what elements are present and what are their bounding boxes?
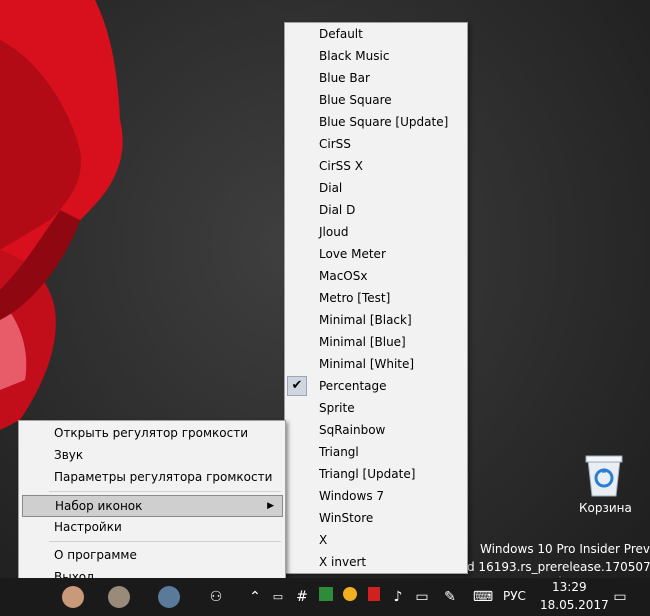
menu-item-open-volume-mixer[interactable]: Открыть регулятор громкости — [19, 422, 285, 444]
menu-item-sound[interactable]: Звук — [19, 444, 285, 466]
icon-set-item-cirss[interactable]: CirSS — [285, 133, 467, 155]
volume-icon[interactable]: ♪ — [388, 587, 408, 607]
show-hidden-icons-chevron-icon[interactable]: ⌃ — [245, 587, 265, 607]
icon-set-item-label: Blue Square — [319, 93, 392, 107]
contact-avatar-2[interactable] — [108, 586, 130, 608]
menu-item-about[interactable]: О программе — [19, 544, 285, 566]
security-shield-icon[interactable] — [364, 587, 384, 607]
icon-set-item-label: Triangl — [319, 445, 359, 459]
icon-set-item-jloud[interactable]: Jloud — [285, 221, 467, 243]
contact-avatar-1[interactable] — [62, 586, 84, 608]
hash-icon[interactable]: # — [292, 587, 312, 607]
icon-set-item-x-invert[interactable]: X invert — [285, 551, 467, 573]
icon-set-item-label: Jloud — [319, 225, 349, 239]
action-center-icon[interactable]: ▭ — [610, 587, 630, 607]
icon-set-item-love-meter[interactable]: Love Meter — [285, 243, 467, 265]
smiley-app-icon[interactable] — [340, 587, 360, 607]
taskbar: ⚇ ⌃ ▭ # ♪ ▭ ✎ ⌨ РУС 13:29 18.05.2017 ▭ — [0, 578, 650, 616]
icon-set-item-label: X invert — [319, 555, 367, 569]
icon-set-item-label: Love Meter — [319, 247, 386, 261]
recycle-bin-label: Корзина — [579, 501, 632, 515]
icon-set-item-label: Dial D — [319, 203, 356, 217]
icon-set-item-label: Minimal [Black] — [319, 313, 412, 327]
icon-set-item-label: X — [319, 533, 328, 547]
icon-set-item-winstore[interactable]: WinStore — [285, 507, 467, 529]
icon-set-item-label: Triangl [Update] — [319, 467, 416, 481]
icon-set-item-label: Default — [319, 27, 363, 41]
menu-item-volume-settings[interactable]: Параметры регулятора громкости — [19, 466, 285, 488]
icon-set-item-label: Sprite — [319, 401, 355, 415]
icon-set-item-label: CirSS X — [319, 159, 363, 173]
network-icon[interactable]: ▭ — [268, 587, 288, 607]
icon-set-item-label: Windows 7 — [319, 489, 385, 503]
icon-set-item-sprite[interactable]: Sprite — [285, 397, 467, 419]
clock-date[interactable]: 18.05.2017 — [540, 598, 609, 612]
people-icon[interactable]: ⚇ — [206, 587, 226, 607]
menu-separator — [49, 491, 281, 492]
icon-set-item-label: WinStore — [319, 511, 374, 525]
icon-set-item-minimal-blue[interactable]: Minimal [Blue] — [285, 331, 467, 353]
icon-set-item-minimal-black[interactable]: Minimal [Black] — [285, 309, 467, 331]
menu-separator — [49, 541, 281, 542]
submenu-arrow-icon: ▶ — [267, 501, 274, 511]
icon-set-item-sqrainbow[interactable]: SqRainbow — [285, 419, 467, 441]
icon-set-item-metro-test[interactable]: Metro [Test] — [285, 287, 467, 309]
icon-set-item-label: SqRainbow — [319, 423, 386, 437]
icon-set-submenu: Default Black Music Blue Bar Blue Square Blu… — [284, 22, 468, 574]
checkmark-icon: ✔ — [287, 376, 307, 396]
build-info-line2: d 16193.rs_prerelease.170507-1300 — [467, 560, 650, 574]
icon-set-item-label: Black Music — [319, 49, 390, 63]
icon-set-item-label: Dial — [319, 181, 343, 195]
icon-set-item-cirss-x[interactable]: CirSS X — [285, 155, 467, 177]
icon-set-item-blue-square[interactable]: Blue Square — [285, 89, 467, 111]
icon-set-item-triangl[interactable]: Triangl — [285, 441, 467, 463]
icon-set-item-x[interactable]: X — [285, 529, 467, 551]
display-icon[interactable]: ▭ — [412, 587, 432, 607]
keyboard-icon[interactable]: ⌨ — [470, 587, 496, 607]
icon-set-item-windows-7[interactable]: Windows 7 — [285, 485, 467, 507]
icon-set-item-label: MacOSx — [319, 269, 368, 283]
contact-avatar-3[interactable] — [158, 586, 180, 608]
icon-set-item-percentage[interactable]: Percentage ✔ — [285, 375, 467, 397]
tray-context-menu: Открыть регулятор громкости Звук Парамет… — [18, 420, 286, 592]
icon-set-item-default[interactable]: Default — [285, 23, 467, 45]
icon-set-item-label: Blue Bar — [319, 71, 370, 85]
icon-set-item-label: CirSS — [319, 137, 351, 151]
icon-set-item-minimal-white[interactable]: Minimal [White] — [285, 353, 467, 375]
menu-item-icon-set-label: Набор иконок — [55, 499, 143, 513]
menu-item-icon-set[interactable]: Набор иконок ▶ — [22, 495, 283, 517]
icon-set-item-label: Minimal [White] — [319, 357, 415, 371]
icon-set-item-label: Metro [Test] — [319, 291, 391, 305]
recycle-bin-icon — [585, 455, 623, 497]
icon-set-item-dial-d[interactable]: Dial D — [285, 199, 467, 221]
recycle-bin[interactable]: Корзина — [573, 450, 635, 520]
icon-set-item-black-music[interactable]: Black Music — [285, 45, 467, 67]
icon-set-item-label: Blue Square [Update] — [319, 115, 449, 129]
icon-set-item-triangl-update[interactable]: Triangl [Update] — [285, 463, 467, 485]
clock-time[interactable]: 13:29 — [552, 580, 587, 594]
icon-set-item-blue-bar[interactable]: Blue Bar — [285, 67, 467, 89]
menu-item-settings[interactable]: Настройки — [19, 516, 285, 538]
icon-set-item-dial[interactable]: Dial — [285, 177, 467, 199]
icon-set-item-label: Minimal [Blue] — [319, 335, 406, 349]
pen-icon[interactable]: ✎ — [440, 587, 460, 607]
language-indicator[interactable]: РУС — [503, 589, 526, 603]
icon-set-item-macosx[interactable]: MacOSx — [285, 265, 467, 287]
build-info-line1: Windows 10 Pro Insider Preview — [480, 542, 650, 556]
icon-set-item-label: Percentage — [319, 379, 387, 393]
icon-set-item-blue-square-update[interactable]: Blue Square [Update] — [285, 111, 467, 133]
spreadsheet-app-icon[interactable] — [316, 587, 336, 607]
